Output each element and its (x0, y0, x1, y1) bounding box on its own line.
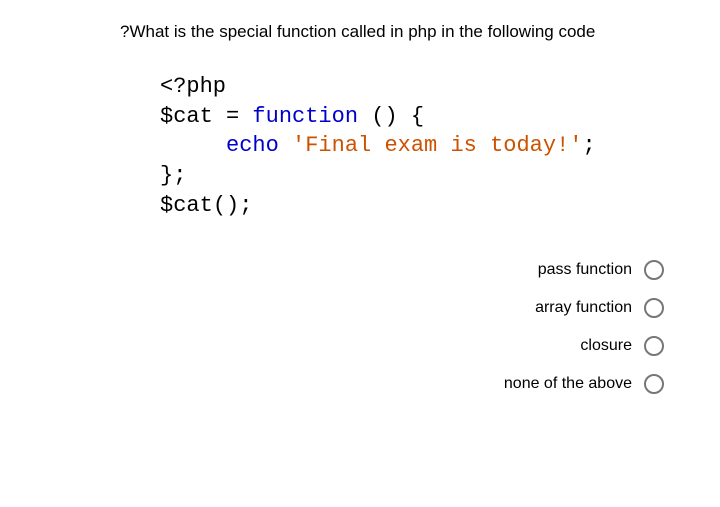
code-string: 'Final exam is today!' (292, 133, 582, 158)
code-kw-echo: echo (226, 133, 279, 158)
option-row[interactable]: closure (30, 336, 664, 356)
option-row[interactable]: array function (30, 298, 664, 318)
code-eq: = (213, 104, 253, 129)
option-label: pass function (538, 261, 632, 279)
code-call: (); (213, 193, 253, 218)
code-paren-brace: () { (358, 104, 424, 129)
option-label: none of the above (504, 375, 632, 393)
radio-icon[interactable] (644, 336, 664, 356)
radio-icon[interactable] (644, 374, 664, 394)
code-php-open: <?php (160, 74, 226, 99)
option-row[interactable]: none of the above (30, 374, 664, 394)
option-label: closure (580, 337, 632, 355)
code-block: <?php $cat = function () { echo 'Final e… (30, 72, 690, 220)
code-kw-function: function (252, 104, 358, 129)
code-space (279, 133, 292, 158)
options-list: pass function array function closure non… (30, 260, 690, 394)
code-indent (160, 133, 226, 158)
option-label: array function (535, 299, 632, 317)
question-text: ?What is the special function called in … (30, 22, 690, 42)
code-var-cat: $cat (160, 104, 213, 129)
option-row[interactable]: pass function (30, 260, 664, 280)
code-var-cat-call: $cat (160, 193, 213, 218)
code-semi: ; (582, 133, 595, 158)
code-close-brace: }; (160, 163, 186, 188)
radio-icon[interactable] (644, 298, 664, 318)
radio-icon[interactable] (644, 260, 664, 280)
